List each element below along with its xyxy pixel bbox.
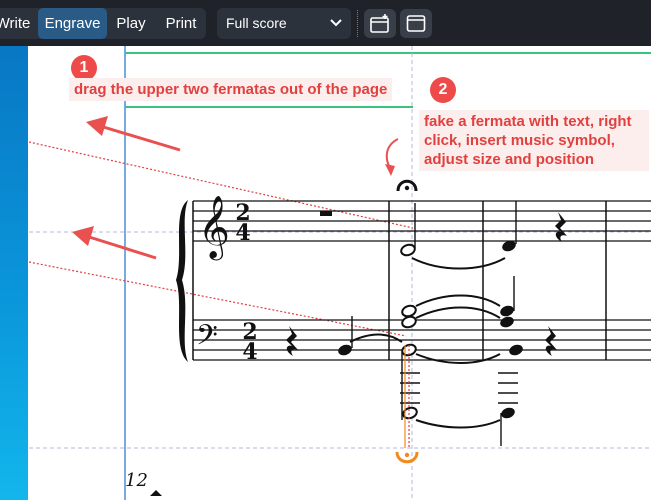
next-system-symbol (150, 490, 162, 496)
quarter-note-head (500, 305, 514, 317)
annotation-text-2: fake a fermata with text, right click, i… (419, 110, 649, 171)
bass-staff (193, 319, 651, 361)
treble-staff (193, 200, 651, 242)
quarter-note-head (501, 407, 515, 419)
annotation-number-2: 2 (430, 77, 456, 103)
annotation-arrow-head (86, 116, 108, 136)
quarter-note-head (338, 344, 352, 356)
grand-staff-brace (176, 200, 188, 362)
whole-rest (320, 211, 332, 216)
ledger-lines (400, 372, 518, 404)
annotation-arrow (99, 124, 181, 152)
annotation-text-1: drag the upper two fermatas out of the p… (69, 78, 393, 101)
fermata-below-selected[interactable] (395, 451, 419, 464)
measure-number: 12 (125, 470, 148, 491)
annotation-arrow-head (385, 164, 395, 176)
half-note-head (401, 315, 417, 329)
tie (415, 419, 501, 429)
bass-clef: 𝄢 (196, 319, 218, 359)
tie (411, 257, 506, 270)
tie (415, 353, 501, 364)
tie (415, 294, 501, 307)
tie (415, 306, 501, 319)
treble-clef: 𝄞 (198, 195, 230, 261)
annotation-arrow (385, 138, 399, 169)
fermata (396, 179, 418, 192)
annotation-line: click, insert music symbol, (424, 132, 615, 149)
half-note-head (400, 243, 416, 257)
half-note-head (402, 406, 418, 420)
treble-time-bottom: 4 (235, 220, 250, 246)
barlines (388, 201, 607, 360)
quarter-note-head (509, 344, 523, 356)
quarter-note-head (500, 316, 514, 328)
score-canvas: 𝄞 𝄢 2 4 2 4 (28, 46, 651, 500)
annotation-arrow (85, 234, 157, 260)
annotation-arrow-head (72, 226, 94, 246)
tie (349, 333, 403, 343)
quarter-rest (555, 212, 567, 242)
annotation-line: fake a fermata with text, right (424, 113, 632, 130)
bass-time-bottom: 4 (242, 339, 257, 365)
annotation-line: adjust size and position (424, 151, 595, 168)
